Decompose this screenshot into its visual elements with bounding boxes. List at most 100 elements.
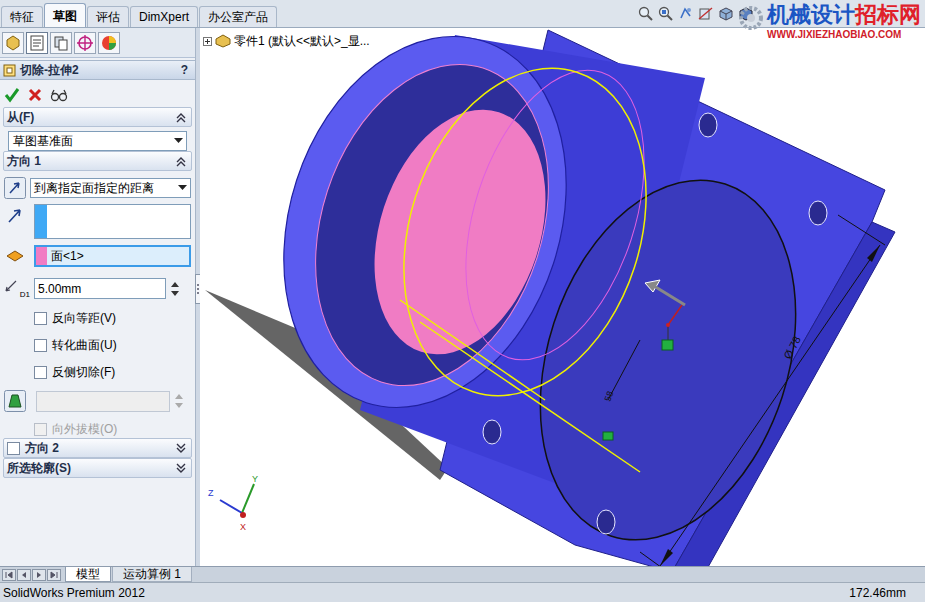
- checkbox[interactable]: [34, 366, 47, 379]
- field-value: 面<1>: [47, 247, 84, 265]
- watermark-title: 招标网: [855, 2, 921, 27]
- axis-label: Z: [208, 488, 214, 498]
- dimension-label[interactable]: Ø 78: [781, 334, 803, 361]
- configuration-manager-tab-icon[interactable]: [50, 32, 72, 54]
- tab-label: 评估: [96, 8, 120, 26]
- dropdown-value: 草图基准面: [9, 132, 170, 150]
- tree-root-label[interactable]: 零件1 (默认<<默认>_显...: [234, 32, 370, 50]
- ribbon-tab[interactable]: 特征: [1, 6, 43, 27]
- tab-label: 模型: [76, 567, 100, 581]
- section-header[interactable]: 方向 1: [3, 151, 192, 171]
- checkbox[interactable]: [34, 312, 47, 325]
- axis-label: Y: [252, 474, 258, 484]
- tab-label: 办公室产品: [208, 8, 268, 26]
- option-row[interactable]: 反侧切除(F): [34, 363, 195, 381]
- watermark-title: 机械设计: [767, 2, 855, 27]
- tab-label: 运动算例 1: [123, 567, 181, 581]
- option-row[interactable]: 转化曲面(U): [34, 336, 195, 354]
- ribbon-tab[interactable]: 草图: [44, 3, 86, 27]
- preview-glasses-icon[interactable]: [50, 88, 68, 102]
- last-tab-icon[interactable]: [47, 569, 61, 581]
- part-icon: [215, 34, 231, 48]
- next-tab-icon[interactable]: [32, 569, 46, 581]
- section-title: 方向 2: [25, 439, 59, 457]
- ribbon-tab[interactable]: 评估: [87, 6, 129, 27]
- feature-manager-tab-icon[interactable]: [2, 32, 24, 54]
- dropdown-arrow-icon: [178, 185, 187, 191]
- part-model[interactable]: Ø 78 58 X Y Z: [200, 28, 925, 566]
- first-tab-icon[interactable]: [2, 569, 16, 581]
- option-label: 转化曲面(U): [52, 336, 117, 354]
- zoom-area-icon[interactable]: [658, 6, 673, 21]
- bottom-tab-bar: 模型 运动算例 1: [0, 566, 925, 582]
- status-measure: 172.46mm: [849, 584, 906, 602]
- checkbox: [34, 423, 47, 436]
- view-orientation-icon[interactable]: [718, 6, 733, 21]
- spin-buttons-icon: [174, 391, 184, 411]
- distance-icon: [4, 279, 18, 293]
- reverse-direction-icon[interactable]: [4, 177, 26, 199]
- axis-label: X: [240, 522, 246, 532]
- section-view-icon[interactable]: [698, 6, 713, 21]
- dimension-label[interactable]: 58: [602, 390, 615, 403]
- display-manager-tab-icon[interactable]: [98, 32, 120, 54]
- ribbon-tab[interactable]: DimXpert: [130, 6, 198, 27]
- view-toolbar: [638, 6, 753, 21]
- expand-chevron-icon[interactable]: [174, 461, 188, 475]
- tab-label: 特征: [10, 8, 34, 26]
- property-manager-tab-icon[interactable]: [26, 32, 48, 54]
- expand-chevron-icon[interactable]: [174, 441, 188, 455]
- field-value: 5.00mm: [35, 280, 81, 298]
- start-condition-dropdown[interactable]: 草图基准面: [8, 131, 187, 151]
- previous-tab-icon[interactable]: [17, 569, 31, 581]
- collapse-chevron-icon[interactable]: [174, 110, 188, 124]
- end-condition-dropdown[interactable]: 到离指定面指定的距离: [30, 178, 191, 198]
- watermark: 机械设计招标网 WWW.JIXIEZHAOBIAO.COM: [738, 2, 921, 40]
- cut-extrude-icon: [3, 64, 16, 77]
- direction-field[interactable]: [34, 204, 191, 239]
- direction-arrow-icon: [6, 206, 24, 224]
- section-title: 方向 1: [7, 152, 41, 170]
- ok-check-icon[interactable]: [4, 87, 20, 103]
- dropdown-value: 到离指定面指定的距离: [31, 179, 174, 197]
- section-header[interactable]: 方向 2: [3, 438, 192, 458]
- option-row[interactable]: 反向等距(V): [34, 309, 195, 327]
- previous-view-icon[interactable]: [678, 6, 693, 21]
- graphics-area[interactable]: Ø 78 58 X Y Z 零件1 (默认<<默认>_显...: [200, 28, 925, 566]
- cancel-x-icon[interactable]: [28, 88, 42, 102]
- distance-symbol: D1: [20, 291, 30, 299]
- watermark-url: WWW.JIXIEZHAOBIAO.COM: [767, 30, 921, 40]
- expand-icon[interactable]: [203, 37, 212, 46]
- checkbox[interactable]: [34, 339, 47, 352]
- draft-icon[interactable]: [4, 390, 26, 412]
- spin-buttons-icon[interactable]: [170, 279, 180, 299]
- ribbon-tab[interactable]: 办公室产品: [199, 6, 277, 27]
- section-header[interactable]: 从(F): [3, 107, 192, 127]
- option-row: 向外拔模(O): [0, 412, 195, 438]
- feature-title: 切除-拉伸2: [20, 61, 79, 79]
- field-value: [47, 205, 50, 238]
- distance-input[interactable]: 5.00mm: [34, 278, 166, 299]
- option-label: 反侧切除(F): [52, 363, 115, 381]
- bottom-tab[interactable]: 模型: [65, 567, 111, 582]
- option-label: 反向等距(V): [52, 309, 116, 327]
- face-selection-icon: [6, 249, 24, 263]
- tab-label: DimXpert: [139, 8, 189, 26]
- section-title: 从(F): [7, 108, 34, 126]
- feature-tree[interactable]: 零件1 (默认<<默认>_显...: [203, 32, 370, 50]
- section-title: 所选轮廓(S): [7, 459, 71, 477]
- property-manager-title: 切除-拉伸2?: [0, 60, 195, 80]
- status-bar: SolidWorks Premium 2012 172.46mm: [0, 582, 925, 602]
- dimxpert-tab-icon[interactable]: [74, 32, 96, 54]
- option-label: 向外拔模(O): [52, 420, 117, 438]
- dropdown-arrow-icon: [174, 138, 183, 144]
- checkbox[interactable]: [7, 442, 20, 455]
- collapse-chevron-icon[interactable]: [174, 154, 188, 168]
- property-manager: 切除-拉伸2? 从(F) 草图基准面方向 1 到离指定面指定的距离面<1> D1 5.00…: [0, 28, 196, 566]
- bottom-tab[interactable]: 运动算例 1: [112, 567, 192, 582]
- help-button[interactable]: ?: [181, 61, 188, 79]
- zoom-fit-icon[interactable]: [638, 6, 653, 21]
- gear-logo-icon: [738, 2, 764, 36]
- face-field[interactable]: 面<1>: [34, 245, 191, 267]
- section-header[interactable]: 所选轮廓(S): [3, 458, 192, 478]
